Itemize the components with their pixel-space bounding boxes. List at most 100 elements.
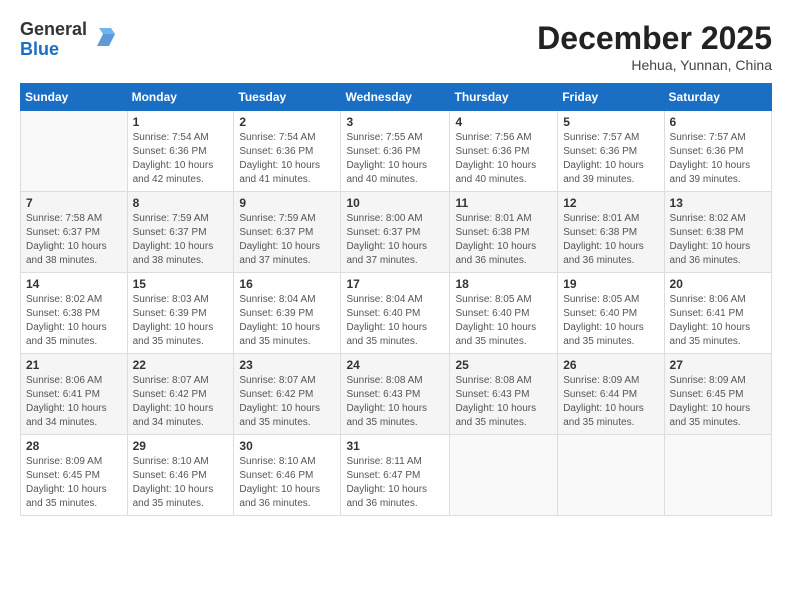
day-header-monday: Monday bbox=[127, 84, 234, 111]
calendar-cell: 18 Sunrise: 8:05 AMSunset: 6:40 PMDayligh… bbox=[450, 273, 558, 354]
day-info: Sunrise: 8:03 AMSunset: 6:39 PMDaylight:… bbox=[133, 293, 229, 349]
day-info: Sunrise: 8:09 AMSunset: 6:45 PMDaylight:… bbox=[670, 374, 766, 430]
day-info: Sunrise: 7:58 AMSunset: 6:37 PMDaylight:… bbox=[26, 212, 122, 268]
day-number: 19 bbox=[563, 277, 658, 291]
day-number: 15 bbox=[133, 277, 229, 291]
day-info: Sunrise: 8:09 AMSunset: 6:44 PMDaylight:… bbox=[563, 374, 658, 430]
calendar-cell: 27 Sunrise: 8:09 AMSunset: 6:45 PMDayligh… bbox=[664, 354, 771, 435]
logo-icon bbox=[91, 24, 119, 57]
calendar-cell: 23 Sunrise: 8:07 AMSunset: 6:42 PMDayligh… bbox=[234, 354, 341, 435]
calendar-cell: 20Sunrise: 8:06 AMSunset: 6:41 PMDayligh… bbox=[664, 273, 771, 354]
calendar-cell: 17 Sunrise: 8:04 AMSunset: 6:40 PMDayligh… bbox=[341, 273, 450, 354]
day-info: Sunrise: 8:04 AMSunset: 6:40 PMDaylight:… bbox=[346, 293, 444, 349]
calendar-cell: 14 Sunrise: 8:02 AMSunset: 6:38 PMDayligh… bbox=[21, 273, 128, 354]
calendar-cell: 15 Sunrise: 8:03 AMSunset: 6:39 PMDayligh… bbox=[127, 273, 234, 354]
day-info: Sunrise: 7:57 AMSunset: 6:36 PMDaylight:… bbox=[670, 131, 766, 187]
day-number: 20 bbox=[670, 277, 766, 291]
calendar-cell: 26 Sunrise: 8:09 AMSunset: 6:44 PMDayligh… bbox=[558, 354, 664, 435]
day-info: Sunrise: 8:00 AMSunset: 6:37 PMDaylight:… bbox=[346, 212, 444, 268]
day-info: Sunrise: 8:06 AMSunset: 6:41 PMDaylight:… bbox=[26, 374, 122, 430]
day-info: Sunrise: 7:55 AMSunset: 6:36 PMDaylight:… bbox=[346, 131, 444, 187]
calendar-body: 1 Sunrise: 7:54 AMSunset: 6:36 PMDaylight… bbox=[21, 111, 772, 516]
day-info: Sunrise: 7:54 AMSunset: 6:36 PMDaylight:… bbox=[133, 131, 229, 187]
day-info: Sunrise: 7:56 AMSunset: 6:36 PMDaylight:… bbox=[455, 131, 552, 187]
day-info: Sunrise: 7:59 AMSunset: 6:37 PMDaylight:… bbox=[239, 212, 335, 268]
calendar-header: SundayMondayTuesdayWednesdayThursdayFrid… bbox=[21, 84, 772, 111]
month-title: December 2025 bbox=[537, 20, 772, 57]
day-header-tuesday: Tuesday bbox=[234, 84, 341, 111]
day-info: Sunrise: 8:04 AMSunset: 6:39 PMDaylight:… bbox=[239, 293, 335, 349]
day-number: 14 bbox=[26, 277, 122, 291]
day-number: 22 bbox=[133, 358, 229, 372]
day-number: 8 bbox=[133, 196, 229, 210]
calendar-cell: 22Sunrise: 8:07 AMSunset: 6:42 PMDayligh… bbox=[127, 354, 234, 435]
day-info: Sunrise: 8:08 AMSunset: 6:43 PMDaylight:… bbox=[346, 374, 444, 430]
day-info: Sunrise: 8:10 AMSunset: 6:46 PMDaylight:… bbox=[239, 455, 335, 511]
day-number: 13 bbox=[670, 196, 766, 210]
calendar-cell: 21 Sunrise: 8:06 AMSunset: 6:41 PMDayligh… bbox=[21, 354, 128, 435]
day-info: Sunrise: 8:09 AMSunset: 6:45 PMDaylight:… bbox=[26, 455, 122, 511]
day-info: Sunrise: 8:05 AMSunset: 6:40 PMDaylight:… bbox=[563, 293, 658, 349]
calendar-cell: 2 Sunrise: 7:54 AMSunset: 6:36 PMDaylight… bbox=[234, 111, 341, 192]
day-number: 6 bbox=[670, 115, 766, 129]
calendar-cell bbox=[21, 111, 128, 192]
day-number: 23 bbox=[239, 358, 335, 372]
calendar-cell: 16Sunrise: 8:04 AMSunset: 6:39 PMDayligh… bbox=[234, 273, 341, 354]
location: Hehua, Yunnan, China bbox=[537, 57, 772, 73]
calendar-cell: 30 Sunrise: 8:10 AMSunset: 6:46 PMDayligh… bbox=[234, 435, 341, 516]
day-header-saturday: Saturday bbox=[664, 84, 771, 111]
day-info: Sunrise: 7:57 AMSunset: 6:36 PMDaylight:… bbox=[563, 131, 658, 187]
day-header-wednesday: Wednesday bbox=[341, 84, 450, 111]
day-number: 18 bbox=[455, 277, 552, 291]
calendar-cell: 10 Sunrise: 8:00 AMSunset: 6:37 PMDayligh… bbox=[341, 192, 450, 273]
day-number: 24 bbox=[346, 358, 444, 372]
calendar-cell: 12Sunrise: 8:01 AMSunset: 6:38 PMDayligh… bbox=[558, 192, 664, 273]
logo-blue: Blue bbox=[20, 40, 87, 60]
page-header: General Blue December 2025 Hehua, Yunnan… bbox=[20, 20, 772, 73]
day-number: 21 bbox=[26, 358, 122, 372]
day-header-friday: Friday bbox=[558, 84, 664, 111]
calendar-cell: 25 Sunrise: 8:08 AMSunset: 6:43 PMDayligh… bbox=[450, 354, 558, 435]
day-number: 12 bbox=[563, 196, 658, 210]
day-header-thursday: Thursday bbox=[450, 84, 558, 111]
day-header-sunday: Sunday bbox=[21, 84, 128, 111]
calendar-cell: 31 Sunrise: 8:11 AMSunset: 6:47 PMDayligh… bbox=[341, 435, 450, 516]
calendar-cell: 6 Sunrise: 7:57 AMSunset: 6:36 PMDaylight… bbox=[664, 111, 771, 192]
day-number: 1 bbox=[133, 115, 229, 129]
calendar-table: SundayMondayTuesdayWednesdayThursdayFrid… bbox=[20, 83, 772, 516]
day-number: 29 bbox=[133, 439, 229, 453]
day-info: Sunrise: 8:08 AMSunset: 6:43 PMDaylight:… bbox=[455, 374, 552, 430]
title-block: December 2025 Hehua, Yunnan, China bbox=[537, 20, 772, 73]
day-info: Sunrise: 8:05 AMSunset: 6:40 PMDaylight:… bbox=[455, 293, 552, 349]
calendar-cell: 5 Sunrise: 7:57 AMSunset: 6:36 PMDaylight… bbox=[558, 111, 664, 192]
day-info: Sunrise: 8:10 AMSunset: 6:46 PMDaylight:… bbox=[133, 455, 229, 511]
day-number: 17 bbox=[346, 277, 444, 291]
day-info: Sunrise: 7:59 AMSunset: 6:37 PMDaylight:… bbox=[133, 212, 229, 268]
day-number: 30 bbox=[239, 439, 335, 453]
day-number: 10 bbox=[346, 196, 444, 210]
day-number: 3 bbox=[346, 115, 444, 129]
calendar-cell: 9 Sunrise: 7:59 AMSunset: 6:37 PMDaylight… bbox=[234, 192, 341, 273]
day-number: 27 bbox=[670, 358, 766, 372]
day-number: 2 bbox=[239, 115, 335, 129]
day-number: 11 bbox=[455, 196, 552, 210]
day-info: Sunrise: 8:11 AMSunset: 6:47 PMDaylight:… bbox=[346, 455, 444, 511]
calendar-cell: 3 Sunrise: 7:55 AMSunset: 6:36 PMDaylight… bbox=[341, 111, 450, 192]
day-info: Sunrise: 8:02 AMSunset: 6:38 PMDaylight:… bbox=[670, 212, 766, 268]
calendar-cell: 11Sunrise: 8:01 AMSunset: 6:38 PMDayligh… bbox=[450, 192, 558, 273]
day-info: Sunrise: 8:02 AMSunset: 6:38 PMDaylight:… bbox=[26, 293, 122, 349]
calendar-cell: 28 Sunrise: 8:09 AMSunset: 6:45 PMDayligh… bbox=[21, 435, 128, 516]
day-info: Sunrise: 7:54 AMSunset: 6:36 PMDaylight:… bbox=[239, 131, 335, 187]
calendar-cell: 13 Sunrise: 8:02 AMSunset: 6:38 PMDayligh… bbox=[664, 192, 771, 273]
day-number: 25 bbox=[455, 358, 552, 372]
day-number: 9 bbox=[239, 196, 335, 210]
calendar-cell: 1 Sunrise: 7:54 AMSunset: 6:36 PMDaylight… bbox=[127, 111, 234, 192]
calendar-cell bbox=[450, 435, 558, 516]
calendar-cell: 4 Sunrise: 7:56 AMSunset: 6:36 PMDaylight… bbox=[450, 111, 558, 192]
day-number: 28 bbox=[26, 439, 122, 453]
day-info: Sunrise: 8:07 AMSunset: 6:42 PMDaylight:… bbox=[239, 374, 335, 430]
day-number: 4 bbox=[455, 115, 552, 129]
day-number: 26 bbox=[563, 358, 658, 372]
day-number: 31 bbox=[346, 439, 444, 453]
day-number: 5 bbox=[563, 115, 658, 129]
